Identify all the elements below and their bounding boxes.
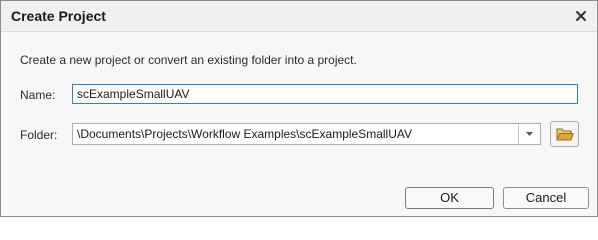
close-button[interactable]	[571, 6, 591, 26]
folder-combobox[interactable]: \Documents\Projects\Workflow Examples\sc…	[72, 123, 541, 145]
folder-dropdown-button[interactable]	[518, 124, 540, 144]
folder-label: Folder:	[20, 128, 58, 142]
folder-value: \Documents\Projects\Workflow Examples\sc…	[77, 127, 412, 141]
cancel-button[interactable]: Cancel	[503, 187, 589, 209]
chevron-down-icon	[526, 132, 533, 136]
name-input[interactable]	[72, 84, 578, 104]
dialog-title: Create Project	[11, 8, 106, 24]
create-project-dialog: Create Project Create a new project or c…	[0, 0, 598, 217]
title-bar: Create Project	[1, 1, 597, 32]
browse-folder-button[interactable]	[550, 121, 579, 147]
name-label: Name:	[20, 88, 56, 102]
ok-button[interactable]: OK	[405, 187, 494, 209]
folder-icon	[556, 128, 574, 141]
close-icon	[576, 11, 586, 21]
dialog-description: Create a new project or convert an exist…	[20, 53, 357, 67]
